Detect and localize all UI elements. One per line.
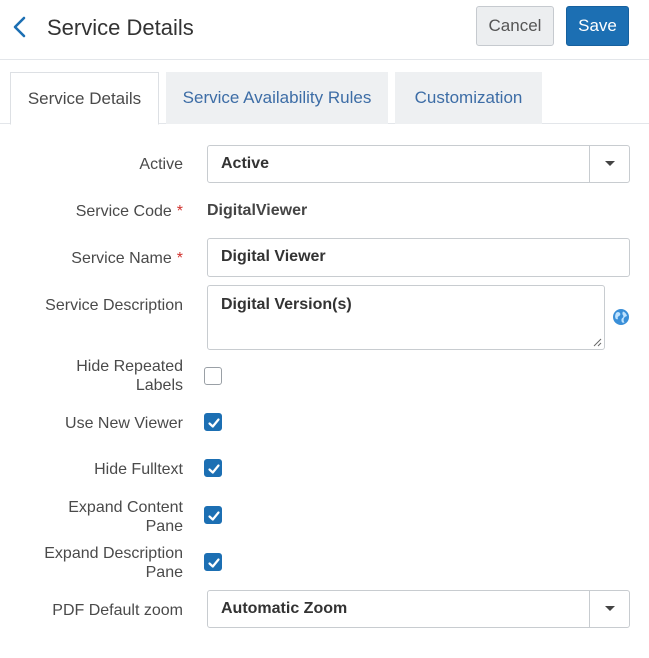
hide-repeated-labels-label: Hide Repeated Labels [76, 357, 183, 395]
service-name-label: Service Name * [71, 249, 183, 268]
caret-down-icon[interactable] [605, 161, 615, 166]
caret-down-icon[interactable] [605, 606, 615, 611]
service-code-value: DigitalViewer [207, 202, 308, 219]
active-select[interactable]: Active [207, 145, 630, 183]
checkmark-icon [208, 511, 220, 521]
checkmark-icon [208, 558, 220, 568]
expand-content-pane-label: Expand Content Pane [68, 498, 183, 536]
use-new-viewer-label: Use New Viewer [65, 415, 183, 432]
hide-fulltext-checkbox[interactable] [204, 459, 222, 477]
service-name-input[interactable]: Digital Viewer [207, 238, 630, 277]
service-description-value: Digital Version(s) [221, 296, 352, 313]
page-header: Service Details Cancel Save [0, 0, 649, 60]
active-label: Active [139, 156, 183, 173]
label-line: Pane [145, 564, 183, 581]
tab-service-availability-rules[interactable]: Service Availability Rules [166, 72, 388, 124]
hide-fulltext-label: Hide Fulltext [94, 461, 183, 478]
pdf-default-zoom-value: Automatic Zoom [221, 600, 348, 617]
select-divider [589, 146, 590, 182]
required-mark: * [176, 250, 183, 267]
checkmark-icon [208, 418, 220, 428]
checkmark-icon [208, 464, 220, 474]
expand-description-pane-checkbox[interactable] [204, 553, 222, 571]
active-select-value: Active [221, 155, 270, 172]
service-name-label-text: Service Name [71, 250, 172, 267]
chevron-left-icon [13, 16, 26, 38]
expand-description-pane-label: Expand Description Pane [44, 544, 183, 582]
pdf-default-zoom-select[interactable]: Automatic Zoom [207, 590, 630, 628]
service-description-textarea[interactable]: Digital Version(s) [207, 285, 605, 350]
tab-bar: Service Details Service Availability Rul… [0, 72, 649, 125]
label-line: Hide Repeated [76, 358, 183, 375]
cancel-button[interactable]: Cancel [476, 6, 554, 46]
label-line: Expand Description [44, 545, 183, 562]
service-description-label: Service Description [45, 297, 183, 314]
label-line: Labels [135, 377, 183, 394]
page-title: Service Details [47, 15, 194, 40]
back-button[interactable] [8, 12, 32, 42]
pdf-default-zoom-label: PDF Default zoom [52, 602, 183, 619]
save-button[interactable]: Save [566, 6, 629, 46]
expand-content-pane-checkbox[interactable] [204, 506, 222, 524]
select-divider [589, 591, 590, 627]
globe-icon[interactable] [612, 308, 630, 326]
tab-service-details[interactable]: Service Details [10, 72, 159, 125]
use-new-viewer-checkbox[interactable] [204, 413, 222, 431]
label-line: Expand Content [68, 499, 183, 516]
tab-customization[interactable]: Customization [395, 72, 542, 124]
service-code-label-text: Service Code [75, 203, 172, 220]
label-line: Pane [145, 518, 183, 535]
service-code-label: Service Code * [76, 202, 183, 221]
required-mark: * [176, 203, 183, 220]
resize-grip-icon[interactable] [592, 337, 602, 347]
hide-repeated-labels-checkbox[interactable] [204, 367, 222, 385]
